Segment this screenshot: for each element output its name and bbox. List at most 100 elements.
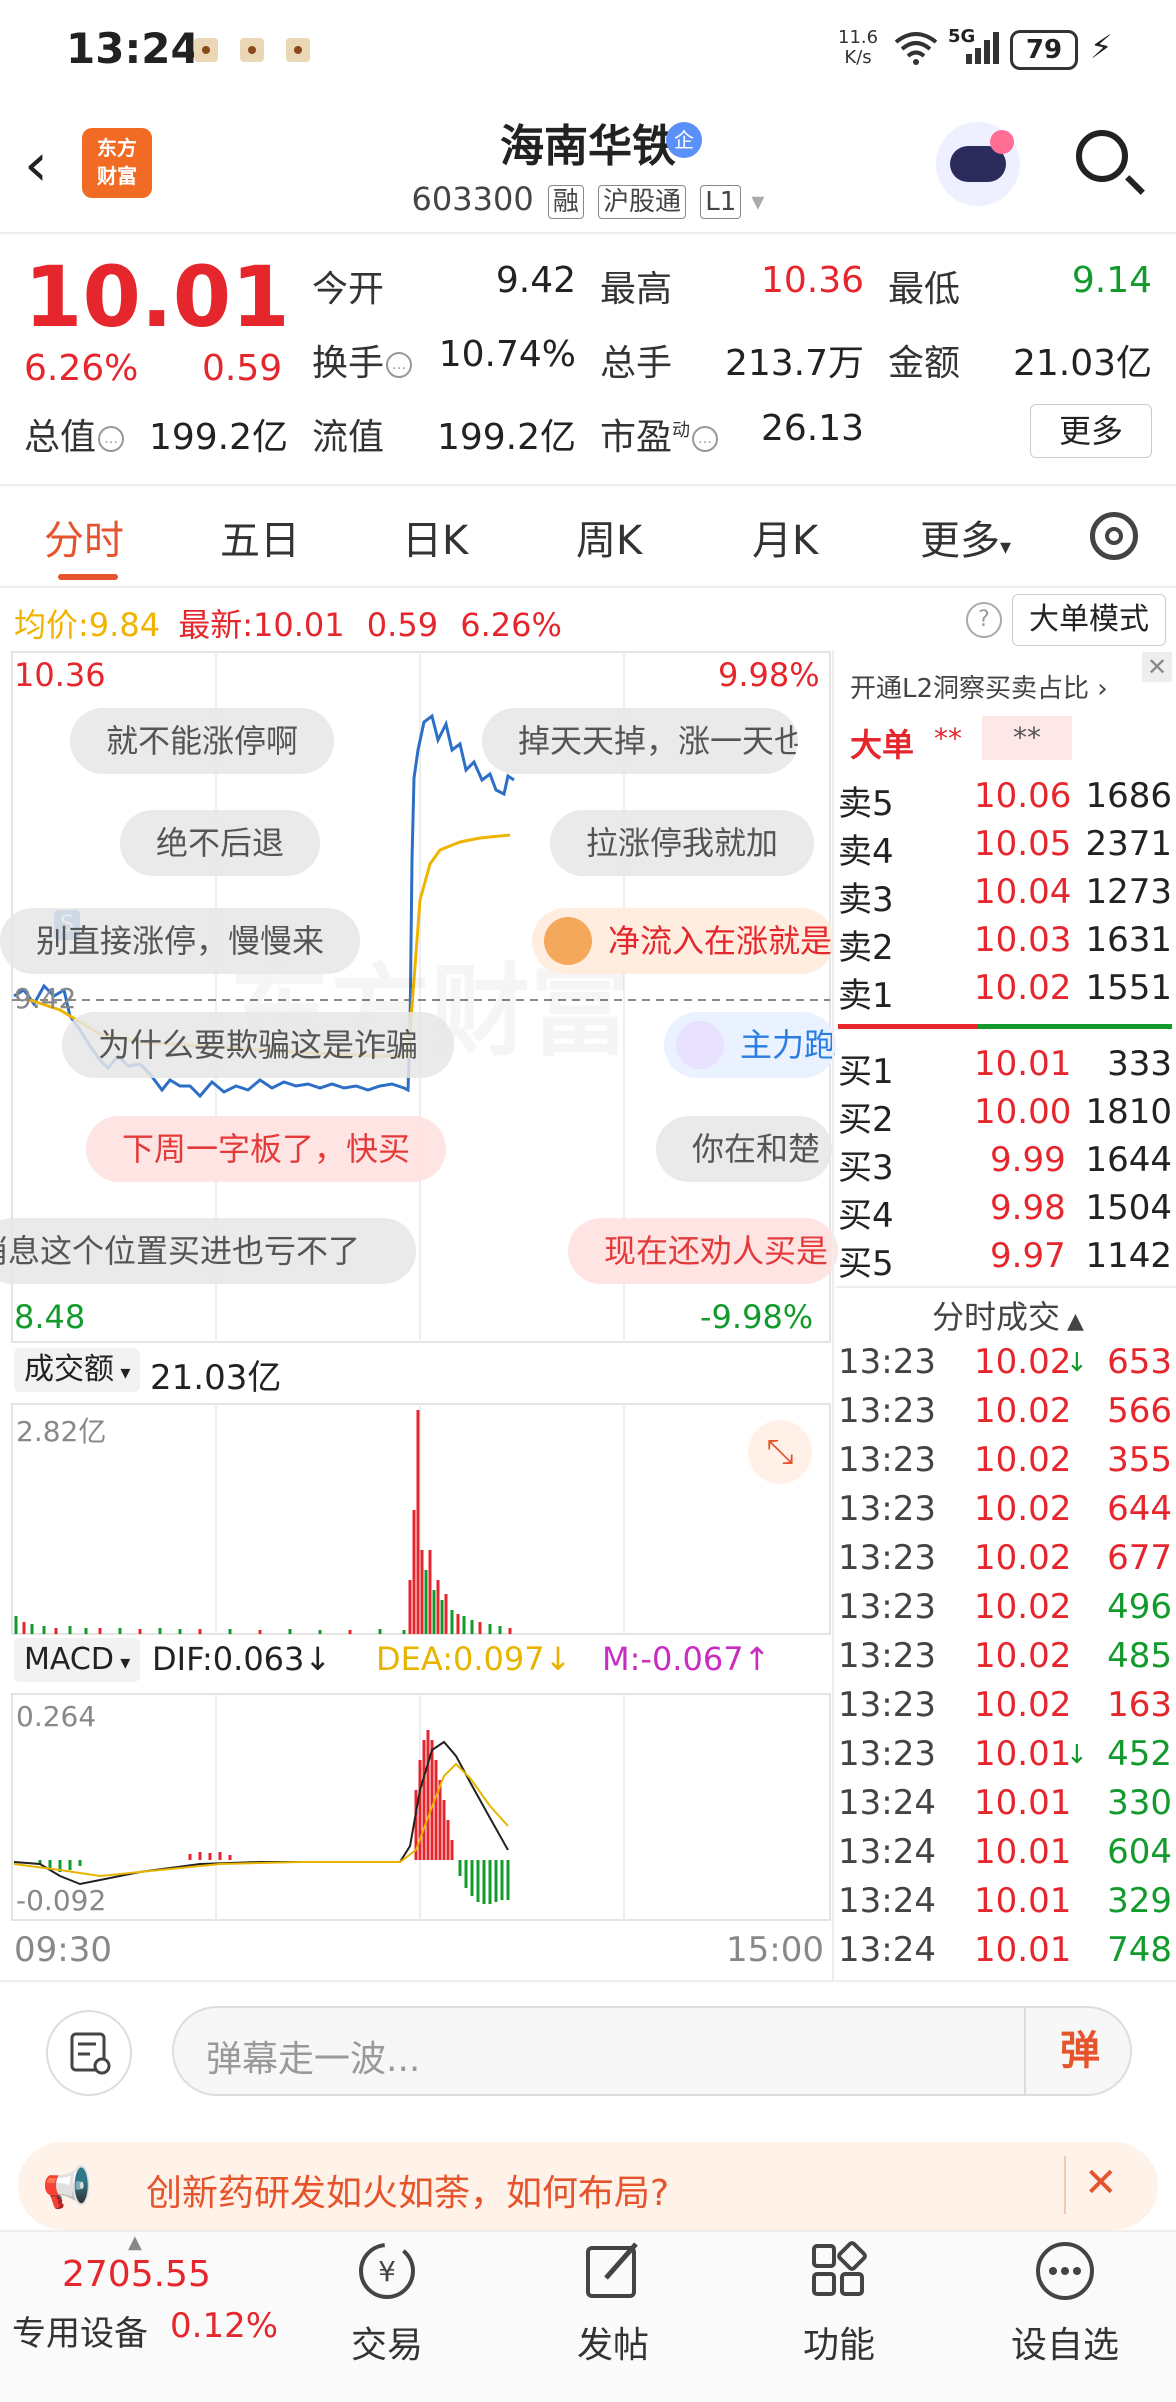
danmaku-bubble[interactable]: 现在还劝人买是 bbox=[568, 1218, 838, 1284]
trade-row: 13:23 10.02 496 bbox=[838, 1587, 1172, 1627]
pct-axis-low: -9.98% bbox=[700, 1298, 814, 1336]
info-icon[interactable]: … bbox=[386, 352, 413, 378]
enterprise-badge-icon[interactable]: 企 bbox=[666, 122, 702, 158]
search-icon[interactable] bbox=[1076, 130, 1128, 182]
close-icon[interactable]: ✕ bbox=[1142, 652, 1172, 682]
nav-post[interactable]: 发帖 bbox=[563, 2316, 663, 2368]
danmaku-bubble[interactable]: 掉天天掉，涨一天也 bbox=[482, 708, 798, 774]
ask-row[interactable]: 卖1 10.02 1551 bbox=[838, 968, 1172, 1016]
notification-icon bbox=[240, 38, 264, 62]
document-settings-icon[interactable] bbox=[46, 2010, 132, 2096]
nav-trade[interactable]: 交易 bbox=[337, 2316, 437, 2368]
notification-icon bbox=[286, 38, 310, 62]
clock: 13:24 bbox=[66, 24, 200, 73]
bid-row[interactable]: 买1 10.01 333 bbox=[838, 1044, 1172, 1092]
macd-low: -0.092 bbox=[16, 1884, 107, 1917]
macd-dea: DEA:0.097↓ bbox=[376, 1640, 572, 1678]
latest-label: 最新: bbox=[178, 606, 254, 644]
trades-title[interactable]: 分时成交 ▲ bbox=[932, 1292, 1084, 1338]
bid-row[interactable]: 买3 9.99 1644 bbox=[838, 1140, 1172, 1188]
value-amount: 21.03亿 bbox=[1012, 343, 1152, 384]
tab-intraday[interactable]: 分时 bbox=[44, 508, 124, 566]
volume-max: 2.82亿 bbox=[16, 1415, 107, 1448]
index-pct: 0.12% bbox=[170, 2306, 279, 2346]
danmaku-bubble[interactable]: 主力跑 bbox=[664, 1012, 836, 1078]
danmaku-bubble[interactable]: 拉涨停我就加 bbox=[550, 810, 815, 876]
ask-row[interactable]: 卖4 10.05 2371 bbox=[838, 824, 1172, 872]
volume-indicator-select[interactable]: 成交额 ▾ bbox=[14, 1348, 141, 1392]
danmaku-input-placeholder: 弹幕走一波... bbox=[206, 2039, 421, 2080]
danmaku-bubble[interactable]: 净流入在涨就是 bbox=[532, 908, 834, 974]
bid-row[interactable]: 买2 10.00 1810 bbox=[838, 1092, 1172, 1140]
charging-icon: ⚡ bbox=[1090, 28, 1113, 66]
volume-total: 21.03亿 bbox=[150, 1358, 282, 1398]
expand-icon[interactable]: ⤡ bbox=[748, 1420, 812, 1484]
promo-banner-text[interactable]: 创新药研发如火如荼，如何布局? bbox=[146, 2164, 669, 2216]
notification-icon bbox=[194, 38, 218, 62]
help-icon[interactable]: ? bbox=[966, 602, 1002, 638]
tab-daily-k[interactable]: 日K bbox=[402, 508, 468, 566]
tab-underline bbox=[58, 574, 118, 580]
value-volume: 213.7万 bbox=[724, 343, 864, 384]
tab-more[interactable]: 更多▾ bbox=[920, 508, 1011, 566]
big-order-mode-button[interactable]: 大单模式 bbox=[1012, 594, 1166, 646]
robot-assistant-icon[interactable] bbox=[936, 122, 1020, 206]
ask-row[interactable]: 卖5 10.06 1686 bbox=[838, 776, 1172, 824]
avatar bbox=[544, 917, 592, 965]
divider bbox=[0, 484, 1176, 486]
bid-row[interactable]: 买5 9.97 1142 bbox=[838, 1236, 1172, 1284]
danmaku-bubble[interactable]: 你在和楚 bbox=[656, 1116, 832, 1182]
nav-add-watchlist[interactable]: 设自选 bbox=[1005, 2316, 1125, 2368]
tab-weekly-k[interactable]: 周K bbox=[576, 508, 642, 566]
l2-upsell-link[interactable]: 开通L2洞察买卖占比 › bbox=[850, 668, 1108, 705]
net-speed: 11.6 K/s bbox=[838, 27, 879, 68]
tab-monthly-k[interactable]: 月K bbox=[752, 508, 818, 566]
tab-five-day[interactable]: 五日 bbox=[220, 508, 300, 566]
avatar bbox=[676, 1021, 724, 1069]
current-price: 10.01 bbox=[24, 248, 290, 346]
latest-value: 10.01 bbox=[253, 606, 345, 644]
ratio-bar-sell bbox=[838, 1024, 978, 1029]
grid-icon[interactable] bbox=[802, 2234, 876, 2308]
value-market-cap: 199.2亿 bbox=[148, 417, 288, 458]
index-value[interactable]: 2705.55 bbox=[62, 2254, 211, 2295]
danmaku-bubble[interactable]: 下周一字板了，快买 bbox=[86, 1116, 447, 1182]
index-label[interactable]: 专用设备 bbox=[12, 2306, 148, 2355]
ask-row[interactable]: 卖2 10.03 1631 bbox=[838, 920, 1172, 968]
danmaku-bubble[interactable]: 就不能涨停啊 bbox=[70, 708, 335, 774]
label-pe: 市盈动… bbox=[600, 408, 719, 460]
divider bbox=[1064, 2156, 1066, 2214]
change-percent: 6.26% bbox=[24, 348, 139, 389]
tag-connect: 沪股通 bbox=[598, 185, 687, 219]
danmaku-toggle-button[interactable]: 弹 bbox=[1024, 2006, 1134, 2096]
more-dots-icon[interactable] bbox=[1028, 2234, 1102, 2308]
macd-indicator-select[interactable]: MACD ▾ bbox=[14, 1638, 141, 1682]
avg-price-bar: 均价:9.84 最新:10.01 0.59 6.26% bbox=[14, 600, 562, 646]
tag-margin: 融 bbox=[547, 185, 584, 219]
close-icon[interactable]: ✕ bbox=[1084, 2160, 1118, 2206]
dropdown-caret-icon[interactable]: ▾ bbox=[751, 187, 764, 217]
gear-icon[interactable] bbox=[1090, 512, 1138, 560]
more-button[interactable]: 更多 bbox=[1030, 404, 1152, 458]
divider bbox=[0, 586, 1176, 588]
info-icon[interactable]: … bbox=[98, 426, 125, 452]
danmaku-bubble[interactable]: 为什么要欺骗这是诈骗 bbox=[62, 1012, 455, 1078]
bid-row[interactable]: 买4 9.98 1504 bbox=[838, 1188, 1172, 1236]
value-low: 9.14 bbox=[1071, 260, 1152, 301]
danmaku-bubble[interactable]: 消息这个位置买进也亏不了 bbox=[0, 1218, 416, 1284]
wifi-icon bbox=[894, 32, 938, 65]
trade-row: 13:24 10.01 330 bbox=[838, 1783, 1172, 1823]
nav-function[interactable]: 功能 bbox=[789, 2316, 889, 2368]
label-high: 最高 bbox=[600, 269, 673, 310]
info-icon[interactable]: … bbox=[692, 426, 719, 452]
danmaku-bubble[interactable]: 别直接涨停，慢慢来 bbox=[0, 908, 361, 974]
edit-icon[interactable] bbox=[576, 2234, 650, 2308]
big-order-mask: ** bbox=[982, 716, 1072, 760]
status-bar: 13:24 11.6 K/s 5G 79 ⚡ bbox=[0, 0, 1176, 100]
signal-icon bbox=[966, 32, 999, 64]
macd-dif: DIF:0.063↓ bbox=[152, 1640, 332, 1678]
yen-cycle-icon[interactable]: ¥ bbox=[350, 2234, 424, 2308]
ask-row[interactable]: 卖3 10.04 1273 bbox=[838, 872, 1172, 920]
y-axis-high: 10.36 bbox=[14, 656, 106, 694]
danmaku-bubble[interactable]: 绝不后退 bbox=[120, 810, 321, 876]
